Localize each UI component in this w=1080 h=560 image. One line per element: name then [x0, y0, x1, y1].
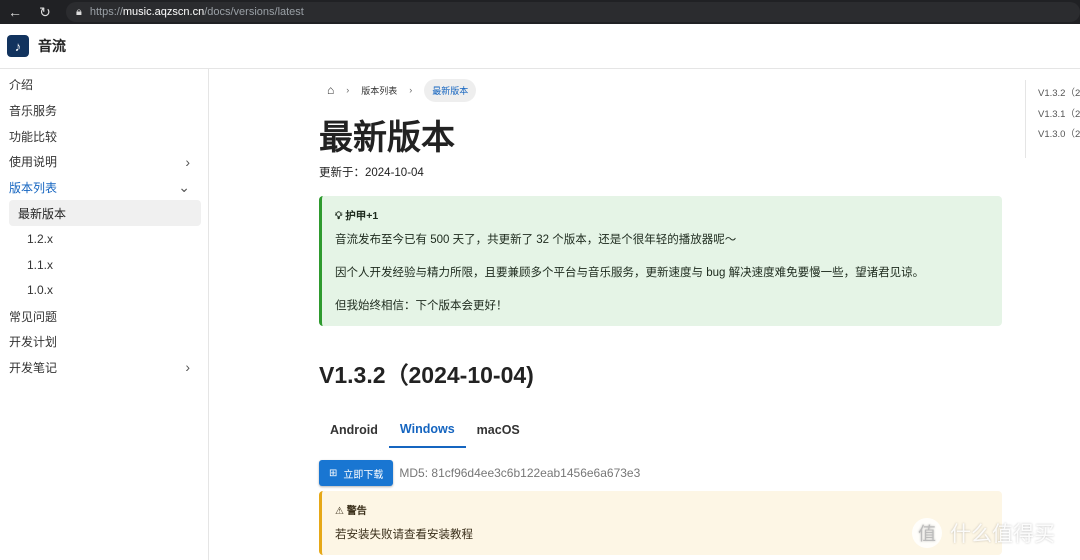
breadcrumb: ⌂ › 版本列表 › 最新版本 [319, 78, 1002, 102]
sidebar-item-usage[interactable]: 使用说明 › [0, 149, 208, 175]
label: 常见问题 [9, 309, 58, 324]
sidebar: 介绍 音乐服务 功能比较 使用说明 › 版本列表 ⌄ 最新版本 1.2.x 1.1.… [0, 69, 209, 560]
tab-windows[interactable]: Windows [388, 412, 466, 448]
sidebar-item-roadmap[interactable]: 开发计划 [0, 329, 208, 355]
url-host: music.aqzscn.cn [122, 6, 205, 18]
label: 介绍 [9, 78, 34, 93]
toc-item[interactable]: V1.3.2（20 [1038, 80, 1080, 101]
warning-title: 警告 [346, 506, 367, 517]
page-title: 最新版本 [319, 119, 455, 157]
warning-text: 若安装失败请查看安装教程 [335, 529, 473, 541]
label: 最新版本 [18, 206, 67, 221]
sidebar-item-dev-notes[interactable]: 开发笔记 › [0, 355, 208, 381]
sidebar-item-compare[interactable]: 功能比较 [0, 123, 208, 149]
table-of-contents: V1.3.2（20 V1.3.1（20 V1.3.0（20 [1025, 80, 1080, 158]
sidebar-item-1-0-x[interactable]: 1.0.x [9, 278, 201, 304]
chevron-right-icon: › [346, 85, 350, 95]
lightbulb-icon: 💡︎ [335, 210, 343, 222]
label: 开发计划 [9, 335, 58, 350]
address-bar[interactable]: 🔒︎ https://music.aqzscn.cn/docs/versions… [66, 2, 1080, 22]
chevron-right-icon: › [409, 85, 413, 95]
home-icon[interactable]: ⌂ [327, 83, 334, 97]
url-prefix: https:// [89, 6, 123, 18]
tip-callout: 💡︎ 护甲+1 音流发布至今已有 500 天了，共更新了 32 个版本，还是个很… [319, 196, 1002, 326]
sidebar-item-intro[interactable]: 介绍 [0, 72, 208, 98]
lock-icon: 🔒︎ [76, 5, 82, 18]
download-label: 立即下载 [343, 469, 384, 481]
sidebar-item-faq[interactable]: 常见问题 [0, 303, 208, 329]
back-icon[interactable]: ← [0, 4, 30, 20]
main-content: ⌂ › 版本列表 › 最新版本 最新版本 更新于：2024-10-04 💡︎ 护… [319, 69, 1002, 555]
sidebar-item-latest[interactable]: 最新版本 [9, 200, 201, 227]
app-title[interactable]: 音流 [38, 36, 66, 56]
toc-item[interactable]: V1.3.1（20 [1038, 101, 1080, 122]
breadcrumb-current: 最新版本 [424, 78, 477, 102]
reload-icon[interactable]: ↻ [30, 4, 60, 21]
sidebar-item-1-2-x[interactable]: 1.2.x [9, 226, 201, 252]
tab-macos[interactable]: macOS [466, 412, 531, 448]
toc-item[interactable]: V1.3.0（20 [1038, 121, 1080, 142]
tip-paragraph: 因个人开发经验与精力所限，且要兼顾多个平台与音乐服务，更新速度与 bug 解决速… [335, 267, 925, 279]
app-header: ♪ 音流 [0, 24, 1080, 69]
warning-callout: ⚠ 警告 若安装失败请查看安装教程 [319, 491, 1002, 555]
label: 1.2.x [27, 231, 54, 246]
breadcrumb-versions[interactable]: 版本列表 [361, 84, 397, 97]
watermark-logo-icon: 值 [912, 518, 942, 548]
warning-icon: ⚠ [335, 506, 344, 517]
browser-toolbar: ← ↻ 🔒︎ https://music.aqzscn.cn/docs/vers… [0, 0, 1080, 24]
windows-icon: ⊞ [329, 467, 338, 479]
chevron-right-icon: › [185, 359, 190, 376]
label: 使用说明 [9, 155, 58, 170]
updated-date: 更新于：2024-10-04 [319, 167, 424, 179]
label: 开发笔记 [9, 360, 58, 375]
platform-tabs: Android Windows macOS [319, 412, 1002, 448]
tip-paragraph: 音流发布至今已有 500 天了，共更新了 32 个版本，还是个很年轻的播放器呢～ [335, 234, 737, 246]
md5-text: MD5: 81cf96d4ee3c6b122eab1456e6a673e3 [399, 466, 641, 480]
sidebar-item-1-1-x[interactable]: 1.1.x [9, 252, 201, 278]
app-logo[interactable]: ♪ [7, 35, 29, 57]
watermark: 值什么值得买 [912, 518, 1055, 548]
tip-paragraph: 但我始终相信：下个版本会更好！ [335, 300, 508, 312]
label: 功能比较 [9, 129, 58, 144]
url-path: /docs/versions/latest [204, 6, 304, 18]
tip-title: 护甲+1 [345, 210, 379, 222]
chevron-down-icon: ⌄ [178, 179, 190, 196]
label: 版本列表 [9, 181, 58, 196]
watermark-text: 什么值得买 [950, 523, 1055, 546]
tab-android[interactable]: Android [319, 412, 389, 448]
chevron-right-icon: › [185, 153, 190, 170]
label: 音乐服务 [9, 104, 58, 119]
sidebar-item-versions[interactable]: 版本列表 ⌄ [0, 175, 208, 201]
sidebar-item-music-services[interactable]: 音乐服务 [0, 98, 208, 124]
label: 1.1.x [27, 257, 54, 272]
download-button[interactable]: ⊞ 立即下载 [319, 460, 394, 486]
version-heading: V1.3.2（2024-10-04) [319, 362, 534, 388]
label: 1.0.x [27, 283, 54, 298]
